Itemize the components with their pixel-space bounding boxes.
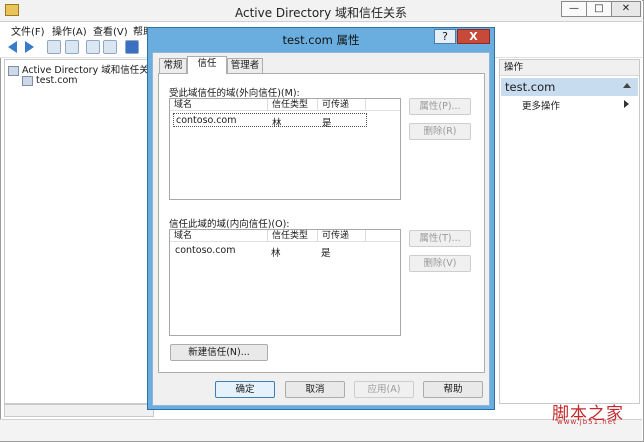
dialog-help-button[interactable]: ?	[434, 29, 456, 44]
outgoing-trusts-list[interactable]: 域名 信任类型 可传递 contoso.com 林 是	[169, 98, 401, 200]
outgoing-list-header: 域名 信任类型 可传递	[170, 99, 400, 111]
tab-trusts[interactable]: 信任	[187, 56, 227, 74]
ok-button[interactable]: 确定	[215, 381, 275, 398]
forward-icon[interactable]	[25, 41, 34, 53]
incoming-properties-button[interactable]: 属性(T)...	[409, 230, 471, 247]
up-folder-icon[interactable]	[47, 40, 61, 54]
menu-file[interactable]: 文件(F)	[11, 23, 45, 38]
column-domain[interactable]: 域名	[170, 230, 268, 242]
outgoing-properties-button[interactable]: 属性(P)...	[409, 98, 471, 115]
console-tree	[4, 59, 154, 404]
close-button[interactable]: ✕	[611, 1, 641, 17]
tree-root-node[interactable]: Active Directory 域和信任关系	[8, 62, 158, 76]
column-domain[interactable]: 域名	[170, 99, 268, 111]
outgoing-trusts-label: 受此域信任的域(外向信任)(M):	[169, 88, 300, 99]
incoming-trusts-label: 信任此域的域(内向信任)(O):	[169, 219, 290, 230]
tree-horizontal-scrollbar[interactable]	[4, 404, 154, 417]
dialog-close-button[interactable]: X	[457, 29, 490, 44]
tab-managed-by[interactable]: 管理者	[227, 58, 263, 73]
window-title: Active Directory 域和信任关系	[234, 6, 408, 20]
incoming-trusts-list[interactable]: 域名 信任类型 可传递 contoso.com 林 是	[169, 229, 401, 336]
actions-pane	[499, 59, 640, 404]
column-transitive[interactable]: 可传递	[318, 99, 366, 111]
help-icon[interactable]	[125, 40, 139, 54]
apply-button[interactable]: 应用(A)	[354, 381, 414, 398]
back-icon[interactable]	[8, 41, 17, 53]
column-transitive[interactable]: 可传递	[318, 230, 366, 242]
table-row[interactable]: contoso.com 林 是	[173, 244, 367, 259]
help-button[interactable]: 帮助	[423, 381, 483, 398]
incoming-remove-button[interactable]: 删除(V)	[409, 255, 471, 272]
column-trust-type[interactable]: 信任类型	[268, 99, 318, 111]
tab-general[interactable]: 常规	[159, 58, 187, 73]
maximize-button[interactable]: □	[586, 1, 612, 17]
row-trust-type: 林	[272, 118, 282, 129]
outgoing-remove-button[interactable]: 删除(R)	[409, 123, 471, 140]
domain-icon	[22, 75, 33, 86]
show-tree-icon[interactable]	[65, 40, 79, 54]
row-transitive: 是	[322, 118, 332, 129]
actions-header: 操作	[500, 60, 639, 76]
column-trust-type[interactable]: 信任类型	[268, 230, 318, 242]
ad-domains-icon	[8, 65, 19, 76]
list-icon[interactable]	[86, 40, 100, 54]
menu-action[interactable]: 操作(A)	[52, 23, 87, 38]
cancel-button[interactable]: 取消	[285, 381, 345, 398]
more-actions-item[interactable]: 更多操作	[522, 98, 560, 112]
table-row[interactable]: contoso.com 林 是	[173, 113, 367, 129]
tree-domain-node[interactable]: test.com	[22, 75, 78, 86]
new-trust-button[interactable]: 新建信任(N)...	[170, 344, 268, 361]
minimize-button[interactable]: —	[561, 1, 587, 17]
incoming-list-header: 域名 信任类型 可传递	[170, 230, 400, 242]
watermark-url: www.jb51.net	[557, 418, 617, 426]
tree-domain-label: test.com	[36, 75, 78, 86]
export-icon[interactable]	[103, 40, 117, 54]
row-trust-type: 林	[271, 248, 281, 259]
actions-domain-section[interactable]: test.com	[501, 78, 638, 96]
collapse-caret-icon[interactable]	[623, 83, 631, 88]
status-bar	[0, 419, 642, 441]
menu-view[interactable]: 查看(V)	[93, 23, 128, 38]
submenu-arrow-icon	[624, 100, 629, 108]
row-domain: contoso.com	[176, 115, 237, 126]
row-transitive: 是	[321, 248, 331, 259]
row-domain: contoso.com	[175, 245, 236, 256]
